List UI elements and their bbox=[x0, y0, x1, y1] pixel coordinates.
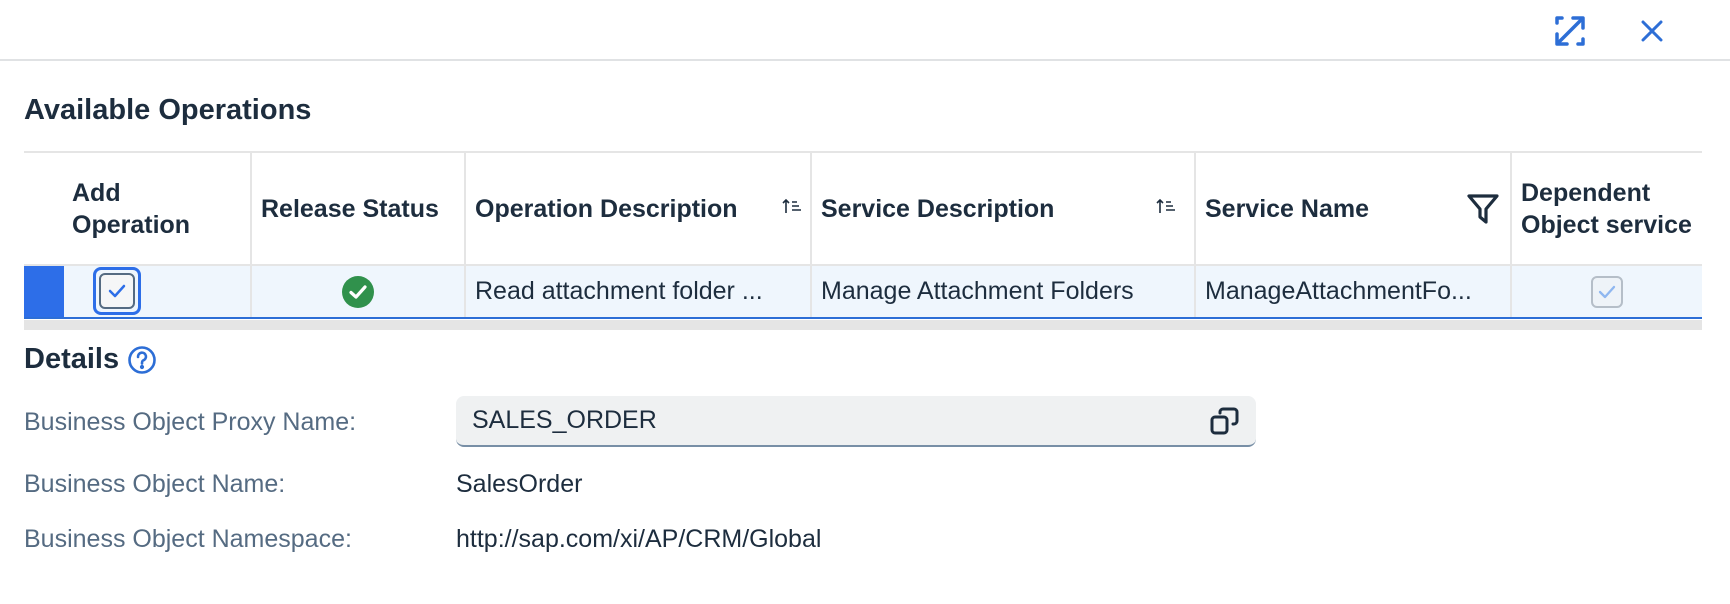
add-operation-checkbox[interactable] bbox=[93, 267, 141, 315]
operation-description-cell: Read attachment folder ... bbox=[466, 266, 812, 317]
horizontal-scrollbar[interactable] bbox=[24, 320, 1702, 330]
column-header-dependent-object-service[interactable]: Dependent Object service bbox=[1512, 153, 1702, 264]
column-header-operation-description[interactable]: Operation Description bbox=[466, 153, 812, 264]
service-name-cell: ManageAttachmentFo... bbox=[1196, 266, 1512, 317]
service-description-cell: Manage Attachment Folders bbox=[812, 266, 1196, 317]
checkmark-icon bbox=[108, 284, 126, 298]
table-header: Add Operation Release Status Operation D… bbox=[24, 151, 1702, 266]
bo-namespace-value: http://sap.com/xi/AP/CRM/Global bbox=[456, 525, 822, 553]
sort-ascending-icon bbox=[1156, 193, 1176, 225]
available-operations-title: Available Operations bbox=[24, 94, 312, 126]
proxy-name-field[interactable]: SALES_ORDER bbox=[456, 396, 1256, 447]
dependent-object-service-cell bbox=[1512, 266, 1702, 317]
help-icon[interactable] bbox=[127, 345, 157, 375]
sort-ascending-icon bbox=[782, 193, 802, 225]
checkmark-icon bbox=[1598, 285, 1616, 298]
filter-icon[interactable] bbox=[1466, 192, 1500, 226]
proxy-name-label: Business Object Proxy Name: bbox=[24, 408, 357, 436]
bo-name-value: SalesOrder bbox=[456, 470, 583, 498]
copy-icon[interactable] bbox=[1208, 405, 1242, 439]
expand-icon bbox=[1555, 16, 1585, 46]
success-status-icon bbox=[342, 275, 374, 308]
table-row[interactable]: Read attachment folder ... Manage Attach… bbox=[24, 266, 1702, 319]
release-status-cell bbox=[252, 266, 466, 317]
dialog-header bbox=[0, 0, 1730, 61]
bo-namespace-label: Business Object Namespace: bbox=[24, 525, 352, 553]
column-header-service-description[interactable]: Service Description bbox=[812, 153, 1196, 264]
column-header-add-operation[interactable]: Add Operation bbox=[24, 153, 252, 264]
operations-table: Add Operation Release Status Operation D… bbox=[24, 151, 1702, 319]
bo-name-label: Business Object Name: bbox=[24, 470, 286, 498]
details-title: Details bbox=[24, 343, 157, 376]
column-header-service-name[interactable]: Service Name bbox=[1196, 153, 1512, 264]
dependent-object-checkbox bbox=[1591, 275, 1623, 308]
close-icon bbox=[1641, 20, 1663, 42]
column-header-release-status[interactable]: Release Status bbox=[252, 153, 466, 264]
expand-button[interactable] bbox=[1549, 10, 1591, 52]
row-selected-indicator bbox=[24, 266, 64, 317]
close-button[interactable] bbox=[1631, 10, 1673, 52]
